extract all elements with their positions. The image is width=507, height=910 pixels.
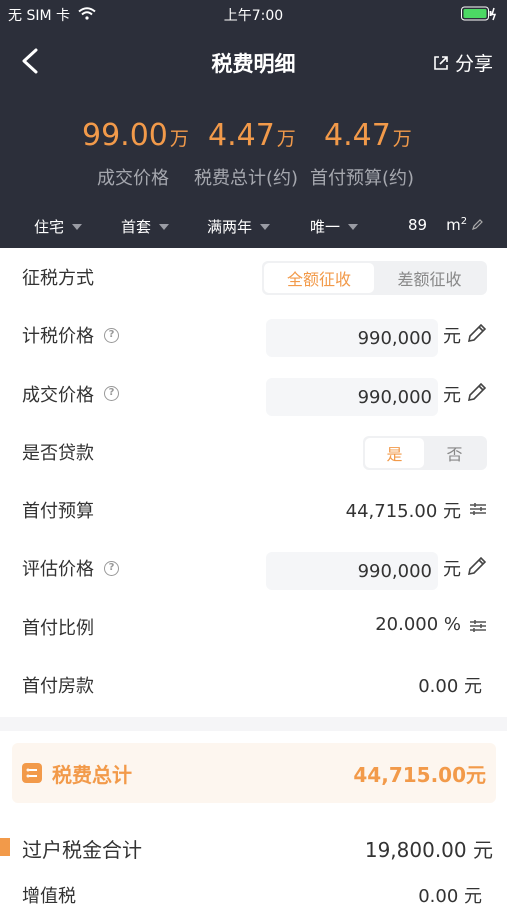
row-down-payment: 首付房款 0.00 元 [0, 656, 507, 714]
clock: 上午7:00 [223, 8, 284, 24]
share-label: 分享 [454, 53, 493, 75]
full-tax-option[interactable]: 全额征收 [264, 263, 374, 293]
share-button[interactable]: 分享 [433, 49, 493, 76]
loan-segmented: 是 否 [363, 435, 487, 470]
filter-years[interactable]: 满两年 [207, 216, 271, 237]
caret-down-icon [348, 223, 359, 230]
pencil-icon[interactable] [467, 323, 487, 343]
diff-tax-option[interactable]: 差额征收 [374, 263, 485, 293]
pencil-icon [472, 219, 483, 230]
loan-label: 是否贷款 [22, 442, 94, 464]
tax-total-value: 4.47 万 [208, 118, 296, 153]
deal-price-value: 99.00 万 [82, 118, 189, 153]
down-budget-row-value: 44,715.00 元 [345, 501, 461, 523]
filter-house-type[interactable]: 住宅 [34, 216, 83, 237]
help-icon[interactable]: ? [104, 327, 119, 343]
page-title: 税费明细 [211, 52, 296, 76]
tax-method-label: 征税方式 [22, 268, 94, 289]
caret-down-icon [159, 223, 170, 230]
help-icon[interactable]: ? [104, 560, 119, 576]
down-budget-row-label: 首付预算 [22, 501, 94, 523]
down-budget-label: 首付预算(约) [310, 168, 415, 189]
row-down-ratio: 首付比例 20.000 % [0, 598, 507, 656]
row-appraisal: 评估价格? 990,000 元 [0, 539, 507, 597]
transfer-tax-label: 过户税金合计 [22, 838, 142, 862]
sliders-icon[interactable] [469, 501, 487, 517]
tax-price-label: 计税价格? [22, 322, 119, 348]
caret-down-icon [72, 223, 83, 230]
tax-total-card-value: 44,715.00元 [353, 763, 486, 787]
row-loan: 是否贷款 是 否 [0, 423, 507, 481]
pencil-icon[interactable] [467, 556, 487, 576]
tax-price-unit: 元 [443, 326, 461, 348]
filter-bar: 住宅 首套 满两年 唯一 89 m2 [0, 212, 507, 242]
pencil-icon[interactable] [467, 382, 487, 402]
filter-only-home[interactable]: 唯一 [310, 216, 359, 237]
tax-total-card-label: 税费总计 [52, 763, 132, 787]
area-field[interactable]: 89 m2 [408, 216, 483, 234]
appraisal-unit: 元 [443, 559, 461, 581]
deal-price-input[interactable]: 990,000 [266, 377, 438, 416]
down-payment-label: 首付房款 [22, 676, 94, 698]
transfer-tax-value: 19,800.00 元 [364, 838, 493, 862]
row-vat: 增值税 0.00 元 [0, 880, 507, 910]
down-payment-value: 0.00 元 [418, 676, 482, 698]
help-icon[interactable]: ? [104, 386, 119, 402]
section-marker [0, 838, 10, 856]
caret-down-icon [260, 223, 271, 230]
vat-value: 0.00 元 [418, 886, 482, 907]
row-deal-price: 成交价格? 990,000 元 [0, 365, 507, 423]
row-down-budget: 首付预算 44,715.00 元 [0, 481, 507, 539]
nav-bar: 税费明细 分享 [0, 38, 507, 84]
down-ratio-label: 首付比例 [22, 617, 94, 639]
transfer-tax-section: 过户税金合计 19,800.00 元 [0, 830, 507, 864]
down-ratio-value: 20.000 % [375, 613, 461, 635]
sliders-icon[interactable] [469, 618, 487, 634]
row-tax-method: 征税方式 全额征收 差额征收 [0, 248, 507, 306]
filter-first-home[interactable]: 首套 [121, 216, 170, 237]
loan-no-option[interactable]: 否 [424, 438, 485, 468]
battery-icon [461, 6, 497, 21]
deal-price-label: 成交价格 [97, 168, 169, 189]
appraisal-label: 评估价格? [22, 555, 119, 581]
form-rows: 征税方式 全额征收 差额征收 计税价格? 990,000 元 成交价格? 990… [0, 248, 507, 714]
tax-price-input[interactable]: 990,000 [266, 319, 438, 358]
section-divider [0, 717, 507, 731]
row-tax-price: 计税价格? 990,000 元 [0, 306, 507, 364]
tax-total-label: 税费总计(约) [194, 168, 299, 189]
status-bar: 无 SIM 卡 上午7:00 [0, 0, 507, 28]
header: 无 SIM 卡 上午7:00 税费明细 分享 99.00 万 4.47 万 4.… [0, 0, 507, 248]
tax-method-segmented: 全额征收 差额征收 [262, 261, 487, 295]
deal-price-row-label: 成交价格? [22, 381, 119, 407]
vat-label: 增值税 [22, 886, 76, 907]
deal-price-unit: 元 [443, 384, 461, 406]
down-budget-value: 4.47 万 [324, 118, 412, 153]
tax-total-card: 税费总计 44,715.00元 [12, 743, 496, 803]
appraisal-input[interactable]: 990,000 [266, 552, 438, 591]
list-icon [22, 763, 42, 783]
loan-yes-option[interactable]: 是 [365, 437, 424, 468]
share-icon [434, 55, 448, 70]
